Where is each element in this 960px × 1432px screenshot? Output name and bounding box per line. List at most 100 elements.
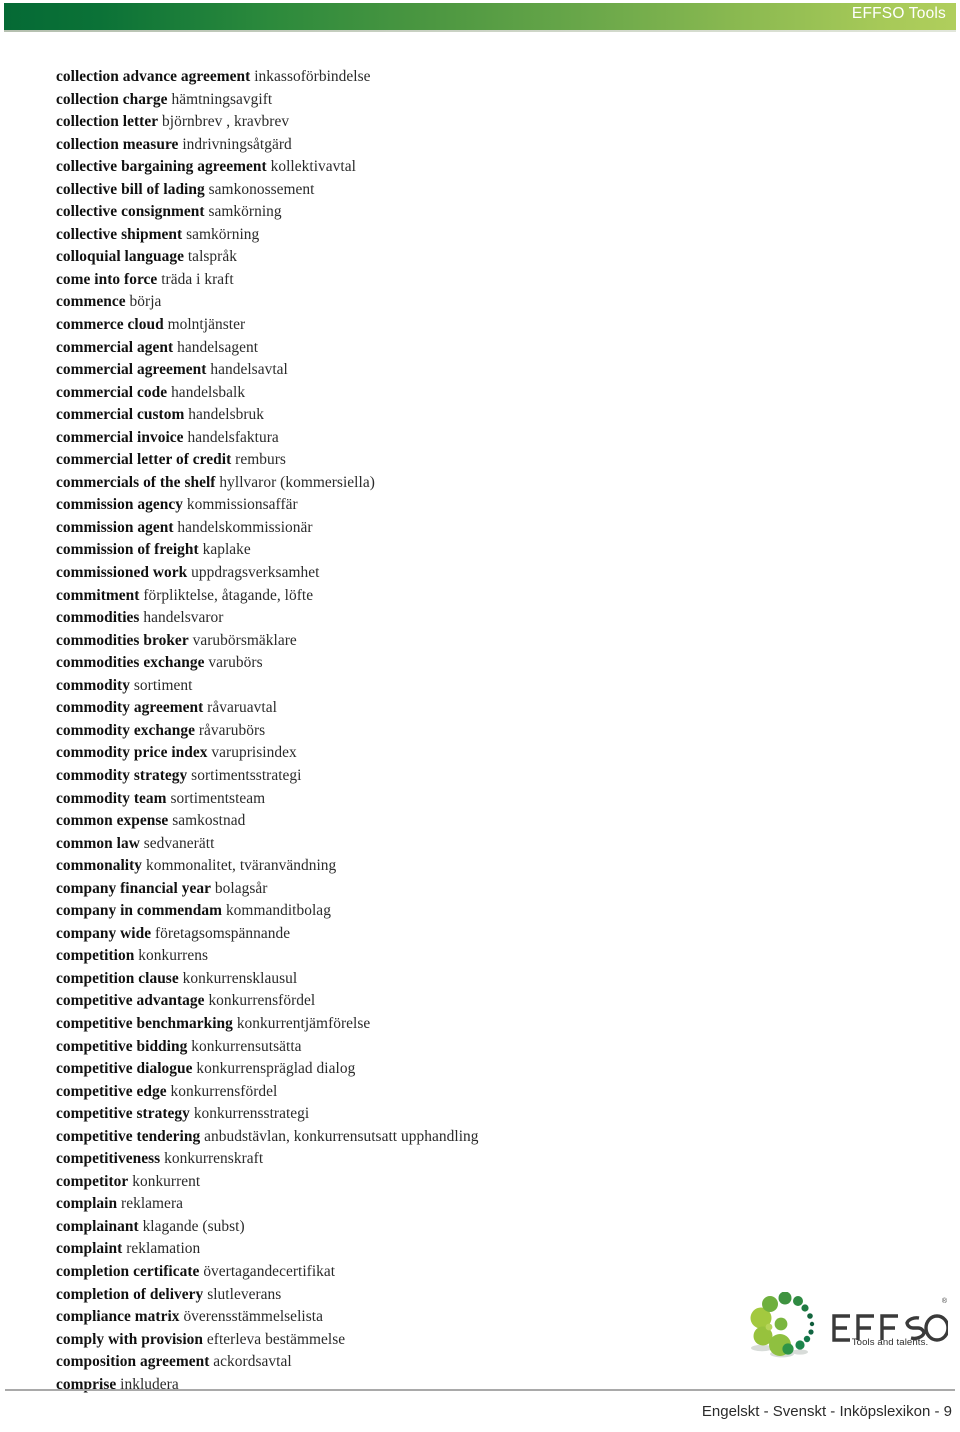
entry-term: collection letter [56, 113, 159, 131]
entry-definition: samkostnad [172, 812, 246, 830]
entry-definition: handelsbalk [171, 383, 246, 401]
entry-term: collection measure [56, 135, 179, 153]
entry-term: commodities broker [56, 631, 189, 649]
glossary-entry: company financial year bolagsår [56, 878, 926, 901]
entry-term: completion certificate [56, 1262, 200, 1280]
entry-term: competitive edge [56, 1082, 167, 1100]
entry-term: compliance matrix [56, 1308, 180, 1326]
entry-definition: konkurrensfördel [208, 992, 316, 1010]
entry-term: competitive bidding [56, 1037, 188, 1055]
glossary-entry: commissioned work uppdragsverksamhet [56, 562, 926, 585]
entry-definition: varubörsmäklare [192, 631, 297, 649]
entry-term: competitive benchmarking [56, 1014, 233, 1032]
glossary-entry: company in commendam kommanditbolag [56, 900, 926, 923]
glossary-entry: common expense samkostnad [56, 810, 926, 833]
entry-term: commodity price index [56, 744, 208, 762]
glossary-entry: competitiveness konkurrenskraft [56, 1148, 926, 1171]
entry-definition: konkurrent [132, 1172, 201, 1190]
entry-term: commitment [56, 586, 140, 604]
glossary-entry: commerce cloud molntjänster [56, 314, 926, 337]
glossary-entry: commodity exchange råvarubörs [56, 720, 926, 743]
entry-term: commercial custom [56, 406, 185, 424]
glossary-entry: commodities broker varubörsmäklare [56, 630, 926, 653]
entry-definition: konkurrensstrategi [193, 1105, 310, 1123]
entry-term: common law [56, 834, 140, 852]
effso-wordmark-icon [832, 1314, 948, 1342]
entry-term: commission agent [56, 518, 174, 536]
entry-term: company wide [56, 924, 152, 942]
entry-term: collective bill of lading [56, 180, 205, 198]
footer-caption: Engelskt - Svenskt - Inköpslexikon - 9 [701, 1403, 952, 1420]
entry-definition: klagande (subst) [142, 1217, 245, 1235]
glossary-entry: commercial invoice handelsfaktura [56, 427, 926, 450]
glossary-entry: competition clause konkurrensklausul [56, 968, 926, 991]
entry-term: competition clause [56, 969, 179, 987]
entry-term: composition agreement [56, 1353, 210, 1371]
glossary-entry: competitor konkurrent [56, 1171, 926, 1194]
entry-definition: överensstämmelselista [183, 1308, 323, 1326]
glossary-entry: collective bargaining agreement kollekti… [56, 156, 926, 179]
effso-swirl-icon [750, 1292, 815, 1358]
entry-definition: handelsvaror [143, 609, 224, 627]
entry-term: commerce cloud [56, 316, 164, 334]
page-header-bar [4, 3, 956, 30]
glossary-entry: common law sedvanerätt [56, 833, 926, 856]
entry-definition: träda i kraft [161, 270, 234, 288]
entry-term: commonality [56, 857, 143, 875]
entry-definition: förpliktelse, åtagande, löfte [143, 586, 314, 604]
glossary-entry: comprise inkludera [56, 1374, 926, 1397]
entry-definition: konkurrenspräglad dialog [196, 1060, 356, 1078]
glossary-entry: complain reklamera [56, 1193, 926, 1216]
glossary-entry: commercials of the shelf hyllvaror (komm… [56, 472, 926, 495]
entry-definition: handelskommissionär [177, 518, 313, 536]
entry-definition: handelsagent [177, 338, 259, 356]
entry-term: commercials of the shelf [56, 473, 216, 491]
glossary-entry: completion certificate övertagandecertif… [56, 1261, 926, 1284]
glossary-entry: complaint reklamation [56, 1238, 926, 1261]
entry-term: commission agency [56, 496, 183, 514]
entry-term: commodities [56, 609, 140, 627]
glossary-entry: collection measure indrivningsåtgärd [56, 134, 926, 157]
glossary-entry: commitment förpliktelse, åtagande, löfte [56, 585, 926, 608]
entry-term: collection charge [56, 90, 168, 108]
entry-definition: råvaruavtal [207, 699, 277, 717]
entry-definition: övertagandecertifikat [203, 1262, 336, 1280]
entry-term: colloquial language [56, 248, 184, 266]
glossary-entry: commission agency kommissionsaffär [56, 494, 926, 517]
entry-definition: inkassoförbindelse [254, 68, 371, 85]
entry-definition: konkurrens [138, 947, 209, 965]
entry-term: commercial letter of credit [56, 451, 232, 469]
glossary-entry: commodity agreement råvaruavtal [56, 697, 926, 720]
entry-definition: indrivningsåtgärd [182, 135, 292, 153]
glossary-entry: commodity price index varuprisindex [56, 742, 926, 765]
glossary-entry-list: collection advance agreement inkassoförb… [56, 66, 926, 1396]
header-shadow [4, 30, 956, 32]
glossary-entry: competitive benchmarking konkurrentjämfö… [56, 1013, 926, 1036]
glossary-entry: complainant klagande (subst) [56, 1216, 926, 1239]
entry-definition: konkurrensklausul [182, 969, 298, 987]
glossary-entry: commercial custom handelsbruk [56, 404, 926, 427]
entry-definition: konkurrentjämförelse [236, 1014, 371, 1032]
entry-term: collective bargaining agreement [56, 158, 267, 176]
footer-divider [5, 1389, 955, 1391]
effso-tagline: Tools and talents. [851, 1337, 929, 1348]
entry-term: commercial agreement [56, 361, 207, 379]
entry-term: complain [56, 1195, 118, 1213]
entry-term: commodity exchange [56, 721, 195, 739]
entry-definition: kommanditbolag [225, 902, 331, 920]
entry-definition: företagsomspännande [155, 924, 291, 942]
entry-definition: konkurrensutsätta [191, 1037, 302, 1055]
entry-definition: kommonalitet, tväranvändning [145, 857, 337, 875]
entry-term: competitiveness [56, 1150, 161, 1168]
entry-definition: molntjänster [167, 316, 246, 334]
entry-term: commence [56, 293, 126, 311]
entry-term: competition [56, 947, 135, 965]
entry-definition: björnbrev , kravbrev [162, 113, 290, 131]
glossary-entry: commodity sortiment [56, 675, 926, 698]
glossary-entry: commodity team sortimentsteam [56, 788, 926, 811]
glossary-entry: collection advance agreement inkassoförb… [56, 66, 926, 89]
entry-definition: hyllvaror (kommersiella) [219, 473, 375, 491]
entry-definition: samkörning [186, 225, 260, 243]
glossary-entry: competitive dialogue konkurrenspräglad d… [56, 1058, 926, 1081]
entry-term: complaint [56, 1240, 123, 1258]
